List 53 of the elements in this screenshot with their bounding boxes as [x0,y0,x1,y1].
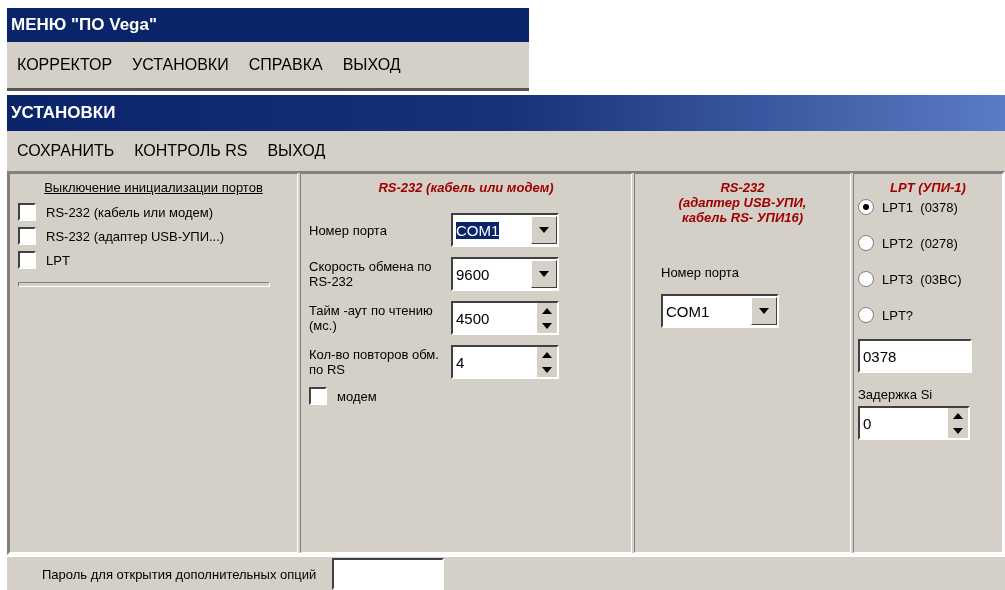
radio-button[interactable] [858,199,874,215]
radio-label: LPT2 (0278) [882,235,958,251]
port-dropdown[interactable]: COM1 [661,294,779,328]
radio-button[interactable] [858,271,874,287]
field-label: Тайм -аут по чтению (мс.) [309,303,434,333]
radio-button[interactable] [858,235,874,251]
down-arrow-icon [759,308,769,314]
panel-heading: Выключение инициализации портов [43,180,264,196]
checkbox[interactable] [18,203,36,221]
field-label: Задержка Si [858,387,934,402]
field-label: Номер порта [661,265,740,280]
menu-item[interactable]: ВЫХОД [267,142,326,160]
radio-label: LPT1 (0378) [882,199,958,215]
checkbox-label: модем [337,388,377,404]
window-title: МЕНЮ "ПО Vega" [7,8,529,42]
password-field[interactable] [332,558,445,590]
menu-item[interactable]: КОНТРОЛЬ RS [134,142,248,160]
panel-heading: LPT (УПИ-1) [889,180,967,195]
menu-item[interactable]: СПРАВКА [248,56,323,74]
menu-item[interactable]: ВЫХОД [342,56,401,74]
radio-label: LPT3 (03BC) [882,271,962,287]
checkbox[interactable] [18,227,36,245]
checkbox-label: LPT [46,252,70,268]
checkbox[interactable] [309,387,327,405]
down-arrow-icon [542,366,552,373]
checkbox[interactable] [18,251,36,269]
menu-item[interactable]: КОРРЕКТОР [17,56,113,74]
password-label: Пароль для открытия дополнительных опций [42,566,317,582]
number-spinner[interactable]: 4 [451,345,559,379]
menu-item[interactable]: СОХРАНИТЬ [17,142,115,160]
field-label: Номер порта [309,222,388,238]
up-arrow-icon [542,307,552,314]
up-arrow-icon [542,351,552,358]
down-arrow-icon [539,271,549,277]
down-arrow-icon [953,427,963,434]
menu-item[interactable]: УСТАНОВКИ [132,56,229,74]
window-title: УСТАНОВКИ [7,95,1005,131]
down-arrow-icon [542,322,552,329]
number-spinner[interactable]: 0 [858,406,970,440]
panel-heading: RS-232 (кабель или модем) [377,180,555,195]
radio-label: LPT? [882,307,914,323]
field-label: Кол-во повторов обм. по RS [309,347,439,377]
down-arrow-icon [539,227,549,233]
checkbox-label: RS-232 (кабель или модем) [46,204,213,220]
port-dropdown[interactable]: 9600 [451,257,559,291]
up-arrow-icon [953,412,963,419]
number-spinner[interactable]: 4500 [451,301,559,335]
panel-heading: RS-232 (адаптер USB-УПИ, кабель RS- УПИ16) [677,180,808,225]
port-dropdown[interactable]: COM1 [451,213,559,247]
checkbox-label: RS-232 (адаптер USB-УПИ...) [46,228,225,244]
address-field[interactable]: 0378 [858,339,972,373]
radio-button[interactable] [858,307,874,323]
field-label: Скорость обмена по RS-232 [309,259,433,289]
